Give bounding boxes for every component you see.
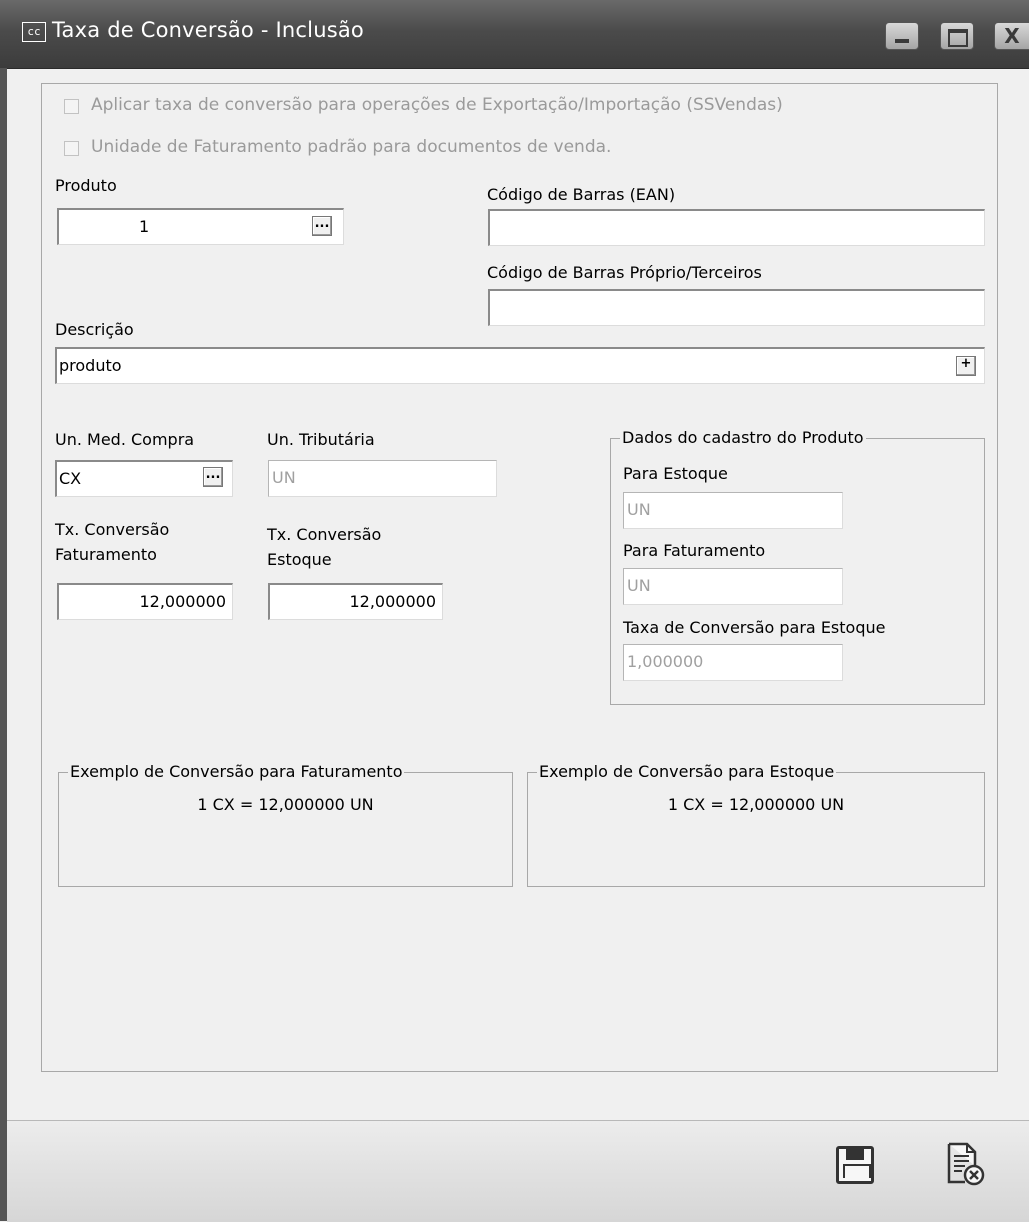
para-faturamento-label: Para Faturamento [623,541,766,560]
exemplo-estoque-text: 1 CX = 12,000000 UN [667,795,845,814]
un-tributaria-label: Un. Tributária [267,430,375,449]
produto-input[interactable]: 1 [57,208,344,245]
para-estoque-label: Para Estoque [623,464,728,483]
exemplo-faturamento-text: 1 CX = 12,000000 UN [197,795,374,814]
bottom-toolbar [7,1120,1029,1222]
descricao-label: Descrição [55,320,134,339]
descricao-input[interactable]: produto [55,347,985,384]
ean-input[interactable] [488,209,985,246]
save-icon[interactable] [836,1146,874,1184]
un-tributaria-input[interactable]: UN [268,460,497,497]
para-faturamento-input[interactable]: UN [623,568,843,605]
tx-faturamento-label-line1: Tx. Conversão [55,520,170,539]
descricao-expand-button[interactable]: + [956,356,976,376]
tx-estoque-input[interactable]: 12,000000 [268,583,443,620]
ean-label: Código de Barras (EAN) [487,185,676,204]
tx-estoque-label-line2: Estoque [267,550,332,569]
default-unit-checkbox[interactable] [64,141,79,156]
barcode-own-label: Código de Barras Próprio/Terceiros [487,263,762,282]
un-compra-lookup-button[interactable]: ... [203,467,223,487]
app-icon[interactable]: cc [22,22,46,42]
cadastro-legend: Dados do cadastro do Produto [620,428,866,447]
exemplo-faturamento-group [58,772,513,887]
barcode-own-input[interactable] [488,289,985,326]
default-unit-label: Unidade de Faturamento padrão para docum… [91,137,612,157]
tx-estoque-label-line1: Tx. Conversão [267,525,382,544]
close-button[interactable]: X [994,22,1029,50]
tx-faturamento-input[interactable]: 12,000000 [57,583,233,620]
minimize-button[interactable] [885,22,919,50]
exemplo-faturamento-legend: Exemplo de Conversão para Faturamento [68,762,405,781]
produto-lookup-button[interactable]: ... [312,216,332,236]
produto-label: Produto [55,176,117,195]
window-border [0,68,7,1221]
para-estoque-input[interactable]: UN [623,492,843,529]
taxa-estoque-label: Taxa de Conversão para Estoque [623,618,886,637]
exemplo-estoque-legend: Exemplo de Conversão para Estoque [537,762,837,781]
exemplo-estoque-group [527,772,985,887]
cancel-document-icon[interactable] [945,1142,985,1186]
un-compra-label: Un. Med. Compra [55,430,195,449]
window-title: Taxa de Conversão - Inclusão [52,18,364,42]
taxa-estoque-input[interactable]: 1,000000 [623,644,843,681]
export-import-label: Aplicar taxa de conversão para operações… [91,95,783,115]
maximize-button[interactable] [940,22,974,50]
export-import-checkbox[interactable] [64,99,79,114]
tx-faturamento-label-line2: Faturamento [55,545,157,564]
